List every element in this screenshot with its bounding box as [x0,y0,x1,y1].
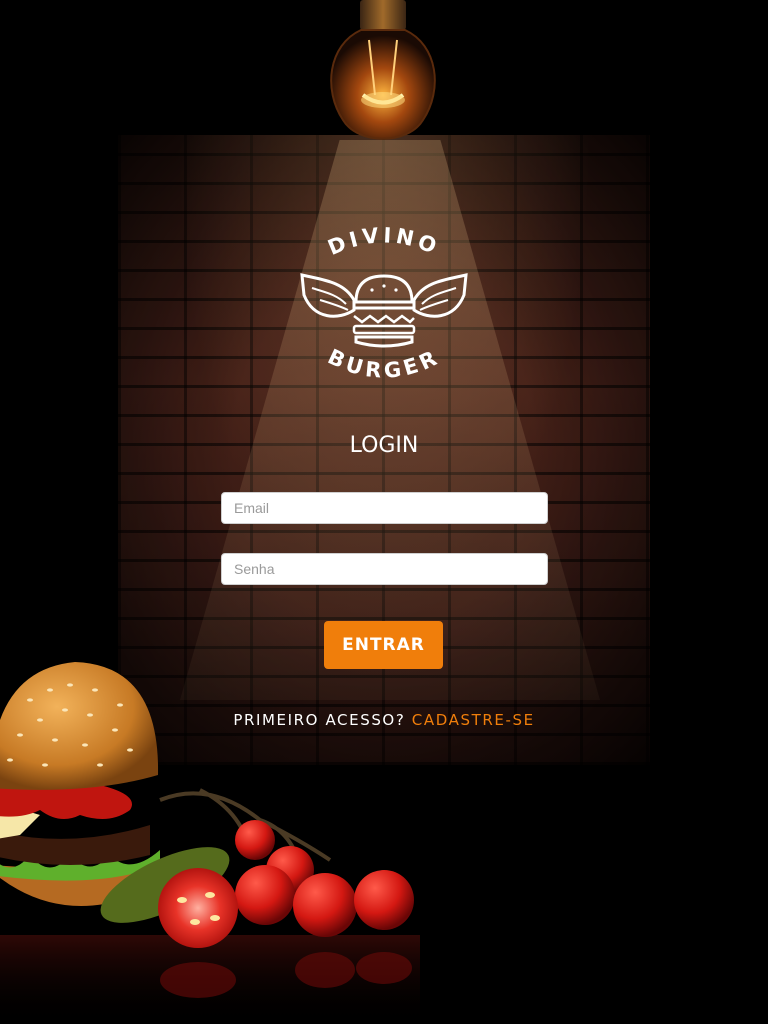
login-title: LOGIN [349,433,419,458]
password-input[interactable] [221,553,548,585]
burger-and-tomatoes-image [0,662,420,1024]
brand-name-top: DIVINO [324,223,439,260]
svg-text:DIVINO: DIVINO [324,223,443,260]
winged-burger-logo-icon: DIVINO BURGER [300,223,468,383]
svg-text:BURGER: BURGER [324,345,444,383]
light-bulb-icon [330,0,436,140]
email-input[interactable] [221,492,548,524]
brand-name-bottom: BURGER [324,345,440,383]
login-screen: DIVINO BURGER LOGIN ENTRAR PRIMEIRO ACES… [0,0,768,1024]
